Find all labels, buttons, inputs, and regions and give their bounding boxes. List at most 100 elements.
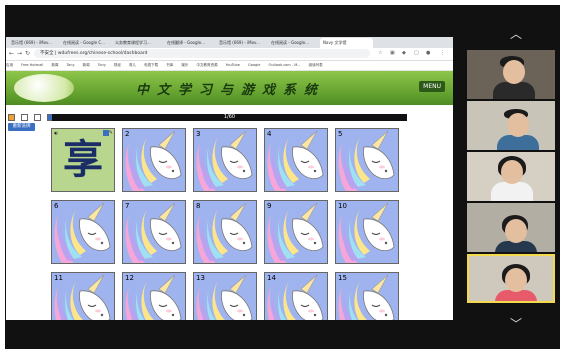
memory-card[interactable]: 6 — [51, 200, 115, 264]
browser-tab-strip: 音乐馆 (669) - iMov... 在线阅读 - Google C... 义… — [6, 37, 453, 48]
bookmark[interactable]: 新闻 — [83, 63, 90, 67]
memory-card[interactable]: 7 — [122, 200, 186, 264]
memory-card[interactable]: 14 — [264, 272, 328, 320]
memory-card[interactable]: 8 — [193, 200, 257, 264]
url-field[interactable]: 不安全 | wdufrees.org/chinese-school/dashbo… — [34, 49, 370, 58]
unicorn-icon — [125, 130, 182, 191]
card-number: 5 — [338, 130, 343, 138]
unicorn-icon — [125, 202, 182, 263]
unicorn-icon — [338, 130, 395, 191]
bookmark[interactable]: 电视下载 — [144, 63, 158, 67]
card-number: 2 — [125, 130, 130, 138]
card-number: 4 — [267, 130, 272, 138]
bookmark[interactable]: Tony — [67, 63, 75, 67]
participant-body — [497, 135, 539, 150]
memory-card[interactable]: 4 — [264, 128, 328, 192]
bookmarks-bar: 应用 Free Hotmail 新闻 Tony 新闻 Tony 财经 育儿 电视… — [6, 61, 453, 71]
menu-icon[interactable]: ⋮ — [440, 50, 445, 56]
browser-tab[interactable]: 音乐馆 (669) - iMov... — [216, 38, 269, 48]
bookmark[interactable]: 应用 — [6, 63, 13, 67]
bookmark[interactable]: 中文教育资源 — [197, 63, 218, 67]
bookmark[interactable]: 财经 — [114, 63, 121, 67]
browser-tab[interactable]: 在线阅读 - Google C... — [60, 38, 113, 48]
memory-card[interactable]: 12 — [122, 272, 186, 320]
card-number: 14 — [267, 274, 276, 282]
unicorn-icon — [267, 130, 324, 191]
bookmark[interactable]: 书库 — [166, 63, 173, 67]
participant-video[interactable] — [467, 254, 555, 303]
chevron-up-icon[interactable]: ︿ — [510, 25, 522, 42]
star-icon[interactable]: ☆ — [378, 50, 382, 56]
card-number: 11 — [54, 274, 63, 282]
memory-card[interactable]: 🔊︎ ✎ 享 — [51, 128, 115, 192]
bookmark[interactable]: Tony — [98, 63, 106, 67]
participant-body — [493, 82, 535, 99]
reset-button[interactable]: 重新洗牌 — [8, 123, 35, 131]
unicorn-icon — [338, 202, 395, 263]
card-number: 9 — [267, 202, 272, 210]
bookmark[interactable]: 娱乐 — [181, 63, 188, 67]
bookmark[interactable]: YouTube — [226, 63, 240, 67]
mode-button[interactable] — [8, 114, 15, 121]
participant-face — [505, 268, 527, 292]
unicorn-icon — [196, 130, 253, 191]
memory-card[interactable]: 3 — [193, 128, 257, 192]
browser-tab[interactable]: 音乐馆 (669) - iMov... — [8, 38, 61, 48]
bookmark[interactable]: 阅读列表 — [309, 63, 323, 67]
participant-face — [503, 60, 525, 84]
browser-tab[interactable]: 义务教育课程学习... — [112, 38, 165, 48]
bookmark[interactable]: Free Hotmail — [21, 63, 43, 67]
memory-card[interactable]: 11 — [51, 272, 115, 320]
participant-body — [491, 182, 533, 201]
profile-icon[interactable]: ● — [426, 50, 430, 56]
bookmark[interactable]: 育儿 — [129, 63, 136, 67]
card-number: 12 — [125, 274, 134, 282]
site-banner: 中文学习与游戏系统 MENU — [6, 71, 453, 105]
card-number: 13 — [196, 274, 205, 282]
forward-icon[interactable]: → — [17, 50, 22, 57]
bookmark[interactable]: 新闻 — [51, 63, 58, 67]
browser-tab-active[interactable]: Navy 文学馆 — [320, 38, 373, 48]
participant-video[interactable] — [467, 203, 555, 252]
menu-button[interactable]: MENU — [419, 81, 445, 92]
unicorn-icon — [196, 202, 253, 263]
chevron-down-icon[interactable]: ﹀ — [510, 315, 522, 332]
memory-card[interactable]: 13 — [193, 272, 257, 320]
site-logo — [14, 74, 74, 102]
bookmark[interactable]: Google — [248, 63, 260, 67]
card-number: 15 — [338, 274, 347, 282]
mode-toolbar — [8, 106, 68, 121]
memory-card[interactable]: 15 — [335, 272, 399, 320]
card-number: 8 — [196, 202, 201, 210]
participant-video[interactable] — [467, 152, 555, 201]
extension-icon[interactable]: ◆ — [402, 50, 406, 56]
card-number: 6 — [54, 202, 59, 210]
card-number: 7 — [125, 202, 130, 210]
memory-card[interactable]: 9 — [264, 200, 328, 264]
participant-video[interactable] — [467, 50, 555, 99]
extension-icon[interactable]: ▣ — [390, 50, 395, 56]
bookmark[interactable]: Outlook.com - M... — [268, 63, 300, 67]
mode-button[interactable] — [21, 114, 29, 121]
extension-icon[interactable]: ▢ — [414, 50, 419, 56]
address-bar-row: ← → ↻ 不安全 | wdufrees.org/chinese-school/… — [6, 48, 453, 61]
memory-card[interactable]: 2 — [122, 128, 186, 192]
browser-tab[interactable]: 在线翻译 - Google... — [164, 38, 217, 48]
participant-face — [507, 113, 529, 137]
card-number: 10 — [338, 202, 347, 210]
reload-icon[interactable]: ↻ — [25, 50, 30, 57]
browser-tab[interactable]: 在线阅读 - Google... — [268, 38, 321, 48]
back-icon[interactable]: ← — [9, 50, 14, 57]
memory-card[interactable]: 5 — [335, 128, 399, 192]
progress-bar: 1/60 — [52, 114, 407, 121]
memory-card[interactable]: 10 — [335, 200, 399, 264]
card-character: 享 — [63, 136, 103, 183]
unicorn-icon — [267, 202, 324, 263]
card-number: 3 — [196, 130, 201, 138]
participant-face — [501, 160, 523, 184]
site-title: 中文学习与游戏系统 — [136, 83, 326, 98]
participant-face — [505, 219, 527, 243]
mode-button[interactable] — [34, 114, 42, 121]
participant-video[interactable] — [467, 101, 555, 150]
shared-screen: 音乐馆 (669) - iMov... 在线阅读 - Google C... 义… — [6, 37, 453, 320]
